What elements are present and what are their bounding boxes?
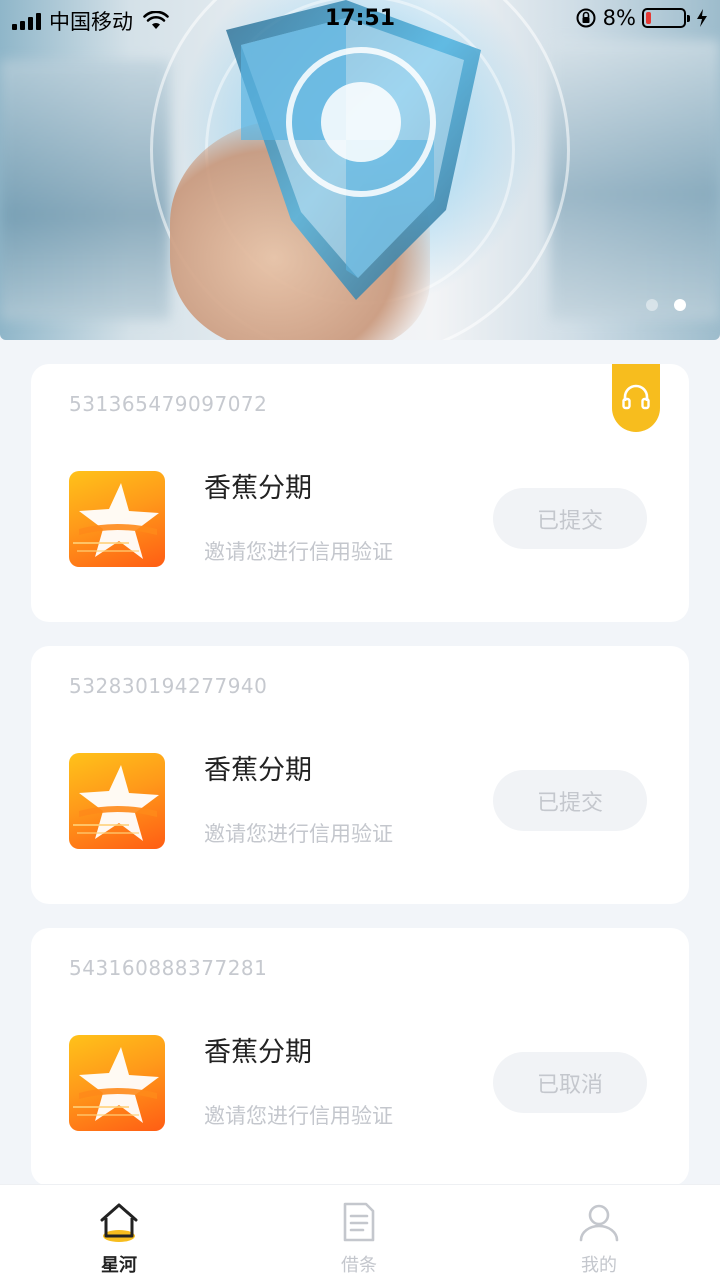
banner-background-left	[0, 60, 170, 320]
profile-icon	[579, 1204, 619, 1242]
app-name: 香蕉分期	[204, 755, 312, 786]
headset-icon	[622, 384, 650, 410]
record-list: 531365479097072 香蕉分期 邀请您进行信用验证 已提交 53283…	[31, 364, 689, 1210]
shield-icon	[226, 0, 481, 300]
app-description: 邀请您进行信用验证	[204, 1104, 393, 1128]
home-icon	[100, 1203, 138, 1242]
banner-background-right	[550, 40, 720, 320]
app-logo-icon	[69, 471, 165, 567]
app-name: 香蕉分期	[204, 1037, 312, 1068]
app-description: 邀请您进行信用验证	[204, 822, 393, 846]
tab-label: 星河	[101, 1255, 137, 1276]
record-card[interactable]: 532830194277940 香蕉分期 邀请您进行信用验证 已提交	[31, 646, 689, 904]
tab-label: 我的	[581, 1255, 617, 1276]
status-button[interactable]: 已取消	[493, 1052, 647, 1113]
order-number: 543160888377281	[69, 956, 268, 980]
status-bar: 中国移动 17:51 8%	[0, 0, 720, 40]
banner-dot-active[interactable]	[674, 299, 686, 311]
order-number: 531365479097072	[69, 392, 268, 416]
charging-icon	[697, 9, 707, 27]
tab-home[interactable]: 星河	[59, 1185, 179, 1280]
status-right: 8%	[575, 6, 708, 30]
record-card[interactable]: 543160888377281 香蕉分期 邀请您进行信用验证 已取消	[31, 928, 689, 1186]
status-button[interactable]: 已提交	[493, 488, 647, 549]
tab-iou[interactable]: 借条	[299, 1185, 419, 1280]
app-logo-icon	[69, 753, 165, 849]
app-logo-icon	[69, 1035, 165, 1131]
app-description: 邀请您进行信用验证	[204, 540, 393, 564]
tab-profile[interactable]: 我的	[539, 1185, 659, 1280]
battery-icon	[642, 8, 690, 28]
status-button[interactable]: 已提交	[493, 770, 647, 831]
banner-pagination[interactable]	[646, 299, 686, 311]
rotation-lock-icon	[576, 8, 596, 28]
document-icon	[343, 1202, 375, 1242]
support-button[interactable]	[612, 364, 660, 432]
banner-dot[interactable]	[646, 299, 658, 311]
app-name: 香蕉分期	[204, 473, 312, 504]
tab-bar: 星河 借条 我的	[0, 1184, 720, 1280]
battery-percent: 8%	[602, 6, 636, 30]
record-card[interactable]: 531365479097072 香蕉分期 邀请您进行信用验证 已提交	[31, 364, 689, 622]
order-number: 532830194277940	[69, 674, 268, 698]
banner-carousel[interactable]	[0, 0, 720, 340]
tab-label: 借条	[341, 1255, 377, 1276]
